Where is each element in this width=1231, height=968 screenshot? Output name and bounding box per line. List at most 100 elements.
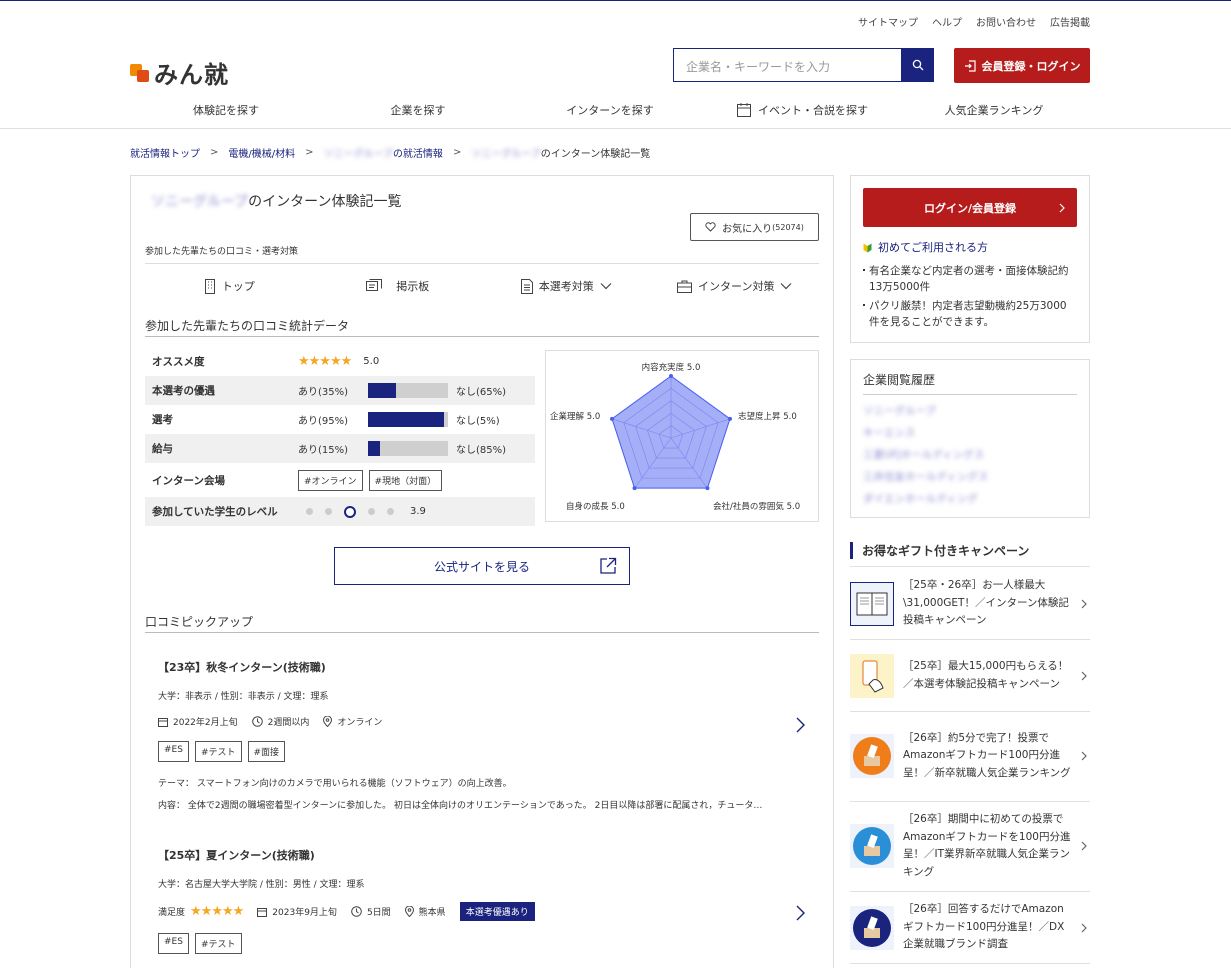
breadcrumb-home[interactable]: 就活情報トップ xyxy=(130,145,200,160)
chevron-right-icon xyxy=(1081,751,1087,761)
review-tags: #ES #テスト #面接 xyxy=(158,741,819,762)
help-link[interactable]: ヘルプ xyxy=(932,14,962,29)
campaign-item[interactable]: ［26卒］期間中に初めての投票でAmazonギフトカードを100円分進呈！／IT… xyxy=(850,810,1090,882)
nav-reports[interactable]: 体験記を探す xyxy=(130,97,322,123)
level-scale xyxy=(306,505,394,518)
favorite-button[interactable]: お気に入り (52074) xyxy=(690,213,819,241)
venue-tag[interactable]: #現地（対面） xyxy=(368,469,443,491)
tab-board[interactable]: 掲示板 xyxy=(314,271,483,301)
official-site-button[interactable]: 公式サイトを見る xyxy=(334,547,630,585)
login-icon xyxy=(964,59,976,72)
review-tag[interactable]: #テスト xyxy=(194,741,242,762)
sitemap-link[interactable]: サイトマップ xyxy=(858,14,918,29)
history-item[interactable]: ダイエンホールディング xyxy=(863,488,1089,510)
review-card[interactable]: 【23卒】秋冬インターン(技術職) 大学：非表示 / 性別：非表示 / 文理：理… xyxy=(145,659,819,811)
review-duration-text: 5日間 xyxy=(366,908,391,918)
official-site-label: 公式サイトを見る xyxy=(433,559,530,574)
breadcrumb-current-blurred: ソニーグループ xyxy=(471,149,541,160)
review-tag[interactable]: #ES xyxy=(158,933,189,954)
review-tag[interactable]: #ES xyxy=(158,741,189,762)
breadcrumb-category[interactable]: 電機/機械/材料 xyxy=(228,145,295,160)
history-item[interactable]: ソニーグループ xyxy=(863,400,1089,422)
radar-point xyxy=(610,416,615,421)
calendar-icon xyxy=(737,103,751,117)
campaign-item[interactable]: ［26卒］回答するだけでAmazonギフトカード100円分進呈！／DX企業就職ブ… xyxy=(850,900,1090,955)
tab-selection-label: 本選考対策 xyxy=(538,280,594,293)
stat-row-selection: 選考 あり(95%) なし(5%) xyxy=(145,405,535,434)
page-title-suffix: のインターン体験記一覧 xyxy=(248,194,402,210)
stat-no: なし(5%) xyxy=(456,416,500,427)
campaign-item[interactable]: ［25卒］最大15,000円もらえる！／本選考体験記投稿キャンペーン xyxy=(850,648,1090,703)
header-login-button[interactable]: 会員登録・ログイン xyxy=(954,48,1090,83)
building-icon xyxy=(204,278,215,294)
rating-stars-icon: ★★★★★ xyxy=(298,354,352,369)
tab-selection[interactable]: 本選考対策 xyxy=(482,271,651,301)
nav-events[interactable]: イベント・合説を探す xyxy=(706,97,898,123)
document-icon xyxy=(520,278,533,294)
breadcrumb-company[interactable]: ソニーグループの就活情報 xyxy=(324,145,443,160)
stats-table: オススメ度 ★★★★★ 5.0 本選考の優遇 あり(35%) なし(65%) 選… xyxy=(145,347,535,526)
campaign-text: ［25卒］最大15,000円もらえる！／本選考体験記投稿キャンペーン xyxy=(903,660,1069,690)
tab-top-label: トップ xyxy=(221,280,255,293)
nav-companies[interactable]: 企業を探す xyxy=(322,97,514,123)
site-logo[interactable]: みん就 xyxy=(130,55,229,90)
chevron-right-icon xyxy=(1081,671,1087,680)
page-subtitle: 参加した先輩たちの口コミ・選考対策 xyxy=(145,247,299,257)
calendar-icon xyxy=(158,717,168,727)
stat-label: 本選考の優遇 xyxy=(152,385,215,397)
tab-intern[interactable]: インターン対策 xyxy=(651,271,820,301)
sidebar-login-button[interactable]: ログイン/会員登録 xyxy=(863,188,1077,227)
radar-point xyxy=(632,486,637,491)
review-content: 内容： 全体で2週間の職場密着型インターンに参加した。 初日は全体向けのオリエン… xyxy=(158,801,763,811)
review-place: 熊本県 xyxy=(404,905,446,918)
venue-tag[interactable]: #オンライン xyxy=(298,469,363,491)
history-box: 企業閲覧履歴 ソニーグループ キーエンス 三菱UFJホールディングス 三井住友ホ… xyxy=(850,359,1090,518)
campaign-text: ［26卒］回答するだけでAmazonギフトカード100円分進呈！／DX企業就職ブ… xyxy=(903,903,1065,951)
level-dot xyxy=(306,508,313,515)
review-meta: 大学：名古屋大学大学院 / 性別：男性 / 文理：理系 xyxy=(158,880,365,890)
review-tag[interactable]: #面接 xyxy=(247,741,286,762)
sidebar-bullet: 有名企業など内定者の選考・面接体験記約13万5000件 xyxy=(863,263,1077,295)
nav-internships-label: インターンを探す xyxy=(566,104,654,117)
history-item[interactable]: 三菱UFJホールディングス xyxy=(863,444,1089,466)
review-tag[interactable]: #テスト xyxy=(194,933,242,954)
radar-point xyxy=(727,416,732,421)
review-duration: 5日間 xyxy=(351,905,391,918)
nav-internships[interactable]: インターンを探す xyxy=(514,97,706,123)
search-button[interactable] xyxy=(901,48,934,82)
campaign-item[interactable]: ［26卒］約5分で完了！投票でAmazonギフトカード100円分進呈！／新卒就職… xyxy=(850,720,1090,792)
review-card[interactable]: 【25卒】夏インターン(技術職) 大学：名古屋大学大学院 / 性別：男性 / 文… xyxy=(145,847,819,954)
sidebar-bullet: パクリ厳禁！内定者志望動機約25万3000件を見ることができます。 xyxy=(863,298,1077,330)
ads-link[interactable]: 広告掲載 xyxy=(1050,14,1090,29)
campaign-item[interactable]: ［25卒・26卒］お一人様最大\31,000GET！／インターン体験記投稿キャン… xyxy=(850,576,1090,631)
history-item[interactable]: キーエンス xyxy=(863,422,1089,444)
pickup-divider xyxy=(145,632,819,633)
chevron-right-icon[interactable] xyxy=(796,905,805,921)
stat-bar-fill xyxy=(368,383,396,398)
tab-top[interactable]: トップ xyxy=(145,271,314,301)
history-item[interactable]: 三井住友ホールディングス xyxy=(863,466,1089,488)
chevron-right-icon[interactable] xyxy=(796,717,805,733)
header-login-label: 会員登録・ログイン xyxy=(981,59,1081,73)
nav-companies-label: 企業を探す xyxy=(390,104,446,117)
stat-label: 選考 xyxy=(152,414,173,426)
search-input[interactable]: 企業名・キーワードを入力 xyxy=(673,48,901,82)
first-time-link[interactable]: 初めてご利用される方 xyxy=(863,239,1089,255)
stat-no: なし(85%) xyxy=(456,445,507,456)
review-satisfaction-label: 満足度 xyxy=(158,908,186,918)
location-pin-icon xyxy=(323,716,333,727)
sidebar-login-box: ログイン/会員登録 初めてご利用される方 有名企業など内定者の選考・面接体験記約… xyxy=(850,175,1090,343)
campaign-title: お得なギフト付きキャンペーン xyxy=(850,542,1029,559)
logo-text: みん就 xyxy=(154,61,229,89)
nav-events-label: イベント・合説を探す xyxy=(758,104,868,117)
chevron-right-icon xyxy=(1081,841,1087,851)
review-meta: 大学：非表示 / 性別：非表示 / 文理：理系 xyxy=(158,692,329,702)
contact-link[interactable]: お問い合わせ xyxy=(976,14,1036,29)
chevron-right-icon xyxy=(1081,923,1087,932)
breadcrumb-separator: > xyxy=(210,147,219,158)
sidebar-login-label: ログイン/会員登録 xyxy=(923,201,1017,215)
radar-svg: 内容充実度 5.0 志望度上昇 5.0 会社/社員の雰囲気 5.0 自身の成長 … xyxy=(550,362,800,512)
stat-bar-fill xyxy=(368,412,444,427)
review-details: 満足度 ★★★★★ 2023年9月上旬 5日間 熊本県 本選考優遇あり xyxy=(158,902,819,921)
nav-ranking[interactable]: 人気企業ランキング xyxy=(898,97,1090,123)
